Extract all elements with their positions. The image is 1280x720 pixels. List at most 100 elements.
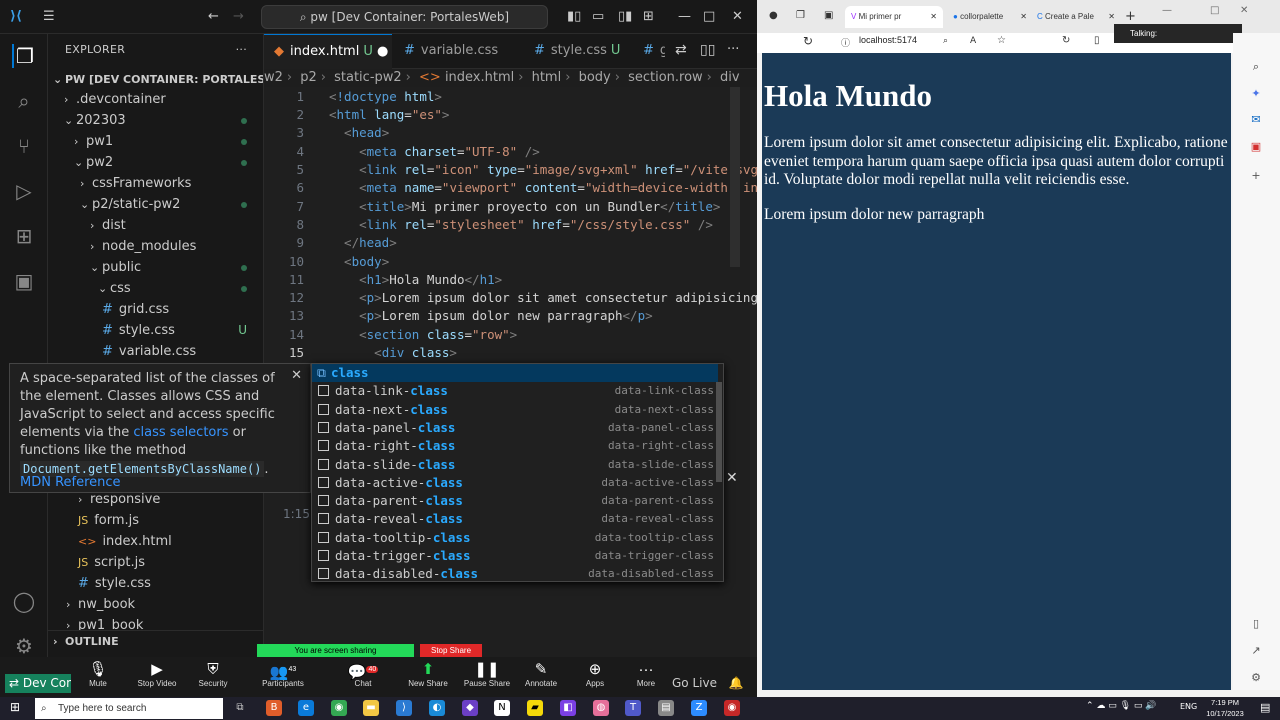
more-button[interactable]: ··· More — [616, 661, 676, 688]
tree-item[interactable]: JS script.js — [48, 552, 263, 573]
breadcrumb-item[interactable]: p2 — [300, 70, 317, 85]
suggest-item[interactable]: data-active-class data-active-class — [312, 474, 718, 492]
app-icon[interactable]: ◐ — [429, 700, 445, 716]
app-icon[interactable]: ◍ — [593, 700, 609, 716]
minimize-icon[interactable]: — — [1162, 5, 1172, 16]
tree-item[interactable]: › node_modules — [48, 236, 263, 257]
run-debug-icon[interactable]: ▷ — [12, 179, 36, 203]
close-icon[interactable]: ✕ — [1240, 5, 1248, 16]
maximize-icon[interactable]: □ — [703, 9, 715, 24]
tree-item[interactable]: # variable.css — [48, 341, 263, 362]
tree-item[interactable]: › nw_book — [48, 594, 263, 615]
browser-tab[interactable]: ● collorpalette ✕ — [947, 6, 1033, 28]
maximize-icon[interactable]: □ — [1210, 5, 1219, 16]
breadcrumb-item[interactable]: div — [720, 70, 740, 85]
breadcrumb-item[interactable]: index.html — [445, 70, 514, 85]
tree-item[interactable]: › dist — [48, 215, 263, 236]
favorite-icon[interactable]: ☆ — [997, 35, 1006, 46]
taskbar-clock[interactable]: 7:19 PM 10/17/2023 — [1200, 697, 1250, 719]
suggest-item[interactable]: data-reveal-class data-reveal-class — [312, 510, 718, 528]
split-editor-icon[interactable]: ▯▯ — [700, 42, 715, 58]
system-tray-icons[interactable]: ⌃ ☁ ▭ 🎙 ▭ 🔊 — [1086, 701, 1156, 711]
close-icon[interactable]: ✕ — [726, 470, 738, 486]
tree-item[interactable]: JS form.js — [48, 510, 263, 531]
mdn-reference-link[interactable]: MDN Reference — [20, 474, 121, 492]
notion-icon[interactable]: N — [494, 700, 510, 716]
breadcrumb-item[interactable]: section.row — [628, 70, 703, 85]
app-icon[interactable]: ◧ — [560, 700, 576, 716]
tree-item[interactable]: › .devcontainer — [48, 89, 263, 110]
breadcrumb-item[interactable]: static-pw2 — [334, 70, 402, 85]
tree-item[interactable]: # style.css U — [48, 320, 263, 341]
more-actions-icon[interactable]: ··· — [727, 42, 739, 57]
zoom-icon[interactable]: ⌕ — [943, 36, 948, 46]
language-indicator[interactable]: ENG — [1180, 702, 1197, 711]
edge-icon[interactable]: e — [298, 700, 314, 716]
search-icon[interactable]: ⌕ — [1249, 60, 1263, 74]
chrome-icon[interactable]: ◉ — [331, 700, 347, 716]
tree-item[interactable]: # style.css — [48, 573, 263, 594]
remote-indicator[interactable]: ⇄ Dev Con — [5, 674, 71, 693]
teams-icon[interactable]: T — [625, 700, 641, 716]
menu-icon[interactable]: ☰ — [43, 9, 55, 24]
suggest-item[interactable]: data-panel-class data-panel-class — [312, 419, 718, 437]
tree-item[interactable]: ⌄ public — [48, 257, 263, 278]
read-aloud-icon[interactable]: A — [970, 36, 976, 46]
extensions-icon[interactable]: ⊞ — [12, 224, 36, 248]
tab-overflow[interactable]: # g — [639, 34, 665, 69]
suggest-item[interactable]: data-next-class data-next-class — [312, 401, 718, 419]
layout-icon[interactable]: ⊞ — [643, 9, 654, 24]
tab-index-html[interactable]: ◆ index.html U ● — [264, 34, 392, 69]
tree-item[interactable]: <> index.html — [48, 531, 263, 552]
go-live-button[interactable]: Go Live 🔔 — [672, 676, 744, 690]
notification-icon[interactable]: ▤ — [1260, 701, 1270, 714]
suggest-item[interactable]: ⧉ class — [312, 364, 718, 383]
new-share-button[interactable]: ⬆ New Share — [398, 661, 458, 688]
mute-button[interactable]: 🎙 Mute — [68, 661, 128, 688]
chat-button[interactable]: 💬 40 Chat — [333, 661, 393, 688]
breadcrumb-item[interactable]: w2 — [264, 70, 283, 85]
account-icon[interactable]: ◯ — [12, 589, 36, 613]
stop-video-button[interactable]: ▶ Stop Video — [127, 661, 187, 688]
tree-item[interactable]: ⌄ pw2 — [48, 152, 263, 173]
more-actions-icon[interactable]: ··· — [236, 34, 247, 66]
outline-section[interactable]: › OUTLINE — [48, 630, 263, 651]
tree-item[interactable]: # grid.css — [48, 299, 263, 320]
pause-share-button[interactable]: ❚❚ Pause Share — [457, 661, 517, 688]
minimize-icon[interactable]: — — [678, 9, 691, 24]
app-icon[interactable]: ◆ — [462, 700, 478, 716]
add-icon[interactable]: + — [1249, 169, 1263, 183]
stop-share-button[interactable]: Stop Share — [420, 644, 482, 657]
tree-item[interactable]: ⌄ css — [48, 278, 263, 299]
security-button[interactable]: ⛨ Security — [183, 661, 243, 688]
settings-gear-icon[interactable]: ⚙ — [1249, 671, 1263, 685]
search-icon[interactable]: ⌕ — [12, 89, 36, 113]
workspaces-icon[interactable]: ❐ — [796, 10, 805, 21]
app-icon[interactable]: ◉ — [724, 700, 740, 716]
suggest-item[interactable]: data-disabled-class data-disabled-class — [312, 565, 718, 581]
compare-icon[interactable]: ⇄ — [675, 42, 687, 58]
suggest-item[interactable]: data-slide-class data-slide-class — [312, 456, 718, 474]
tab-style-css[interactable]: # style.css U — [524, 34, 630, 69]
close-icon[interactable]: ✕ — [291, 367, 302, 385]
back-arrow-icon[interactable]: ← — [208, 9, 219, 24]
class-selectors-link[interactable]: class selectors — [133, 425, 228, 440]
tab-variable-css[interactable]: # variable.css — [394, 34, 508, 69]
editor-scrollbar[interactable] — [730, 87, 740, 267]
suggest-item[interactable]: data-parent-class data-parent-class — [312, 492, 718, 510]
remote-explorer-icon[interactable]: ▣ — [12, 269, 36, 293]
tab-actions-icon[interactable]: ▣ — [824, 10, 833, 21]
browser-tab[interactable]: V Mi primer pr ✕ — [845, 6, 943, 28]
file-explorer-icon[interactable]: ▬ — [363, 700, 379, 716]
sidebar-toggle-icon[interactable]: ▯ — [1249, 617, 1263, 631]
close-icon[interactable]: ✕ — [930, 6, 937, 28]
breadcrumb-item[interactable]: body — [579, 70, 611, 85]
vscode-taskbar-icon[interactable]: ⟩ — [396, 700, 412, 716]
url-input[interactable]: localhost:5174 — [859, 35, 917, 45]
windows-start-icon[interactable]: ⊞ — [10, 700, 20, 714]
participants-button[interactable]: 👥43 Participants — [253, 661, 313, 688]
toggle-panel-icon[interactable]: ▭ — [592, 9, 604, 24]
new-tab-icon[interactable]: + — [1125, 9, 1136, 24]
suggest-item[interactable]: data-tooltip-class data-tooltip-class — [312, 529, 718, 547]
browser-tab[interactable]: C Create a Pale ✕ — [1035, 6, 1121, 28]
